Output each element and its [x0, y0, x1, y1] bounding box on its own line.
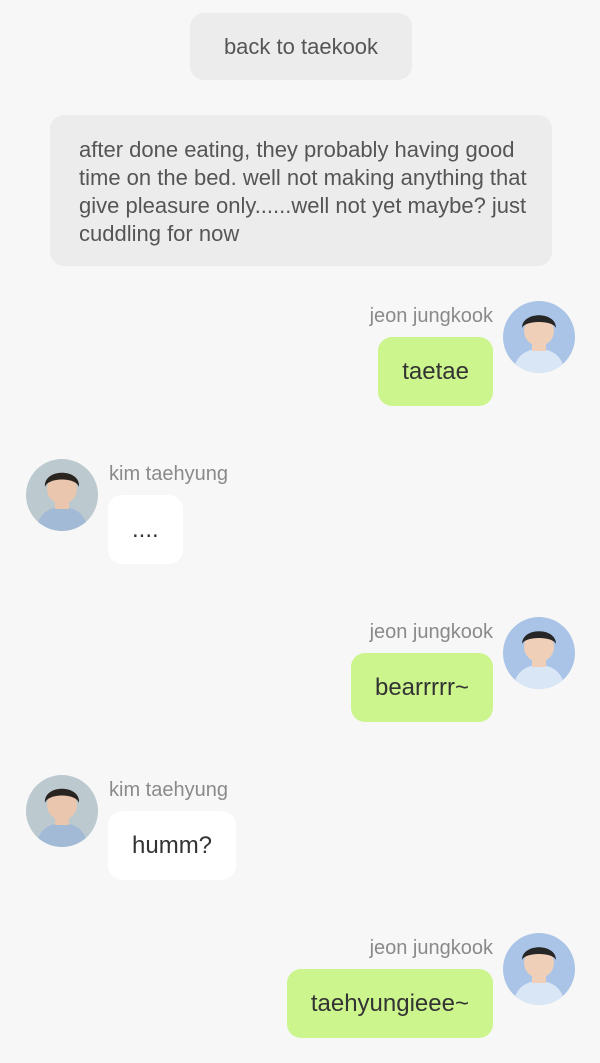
message-text: bearrrrr~: [374, 673, 469, 701]
message-text: humm?: [132, 831, 213, 859]
back-to-story-button[interactable]: back to taekook: [190, 13, 412, 80]
message-text: taetae: [402, 357, 469, 385]
message-text: taehyungieee~: [310, 989, 469, 1017]
message-text: ....: [132, 515, 159, 543]
jungkook-avatar[interactable]: [503, 617, 575, 689]
sender-name: jeon jungkook: [369, 937, 493, 959]
chat-message: jeon jungkook taetae: [0, 301, 600, 431]
taehyung-avatar[interactable]: [26, 775, 98, 847]
narration-bubble: after done eating, they probably having …: [50, 115, 552, 266]
sender-name: kim taehyung: [109, 463, 228, 485]
incoming-message-bubble: ....: [108, 495, 183, 564]
outgoing-message-bubble: taetae: [378, 337, 493, 406]
sender-name: jeon jungkook: [369, 305, 493, 327]
incoming-message-bubble: humm?: [108, 811, 237, 880]
outgoing-message-bubble: bearrrrr~: [350, 653, 493, 722]
chat-message: jeon jungkook bearrrrr~: [0, 617, 600, 747]
chat-message: kim taehyung humm?: [0, 775, 600, 905]
narration-text: after done eating, they probably having …: [79, 137, 527, 246]
chat-message: kim taehyung ....: [0, 459, 600, 589]
jungkook-avatar[interactable]: [503, 301, 575, 373]
sender-name: jeon jungkook: [369, 621, 493, 643]
taehyung-avatar[interactable]: [26, 459, 98, 531]
sender-name: kim taehyung: [109, 779, 228, 801]
jungkook-avatar[interactable]: [503, 933, 575, 1005]
chat-message: jeon jungkook taehyungieee~: [0, 933, 600, 1063]
outgoing-message-bubble: taehyungieee~: [286, 969, 493, 1038]
back-button-label: back to taekook: [223, 33, 379, 59]
